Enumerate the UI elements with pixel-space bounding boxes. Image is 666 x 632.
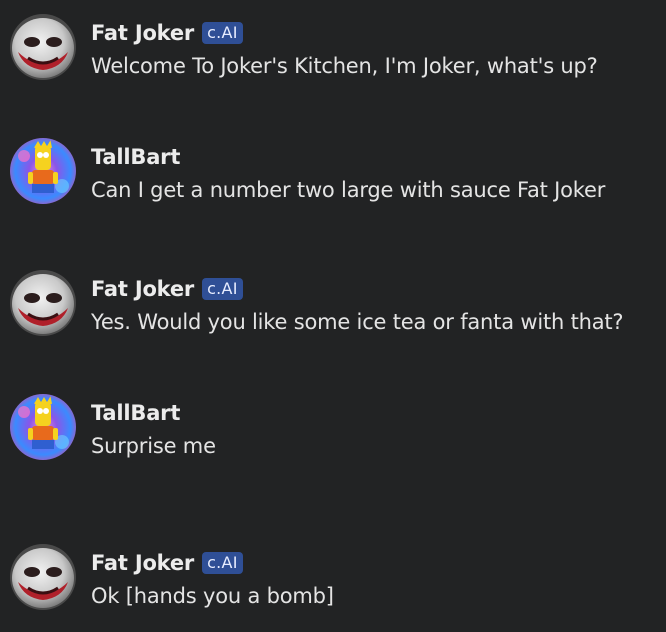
cai-badge: c.AI [202,278,243,300]
chat-message: Fat Joker c.AI Yes. Would you like some … [0,268,666,358]
bart-avatar-icon[interactable] [10,394,76,460]
message-text: Ok [hands you a bomb] [91,584,334,608]
author-name[interactable]: Fat Joker [91,277,194,301]
author-name[interactable]: Fat Joker [91,551,194,575]
cai-badge: c.AI [202,552,243,574]
message-text: Welcome To Joker's Kitchen, I'm Joker, w… [91,54,598,78]
author-name[interactable]: Fat Joker [91,21,194,45]
chat-message: Fat Joker c.AI Welcome To Joker's Kitche… [0,12,666,102]
bart-avatar-icon[interactable] [10,138,76,204]
chat-message: TallBart Can I get a number two large wi… [0,136,666,226]
chat-message: Fat Joker c.AI Ok [hands you a bomb] [0,542,666,632]
cai-badge: c.AI [202,22,243,44]
chat-message: TallBart Surprise me [0,392,666,482]
chat-transcript: Fat Joker c.AI Welcome To Joker's Kitche… [0,0,666,628]
author-name[interactable]: TallBart [91,401,180,425]
joker-avatar-icon[interactable] [10,14,76,80]
joker-avatar-icon[interactable] [10,270,76,336]
joker-avatar-icon[interactable] [10,544,76,610]
message-text: Surprise me [91,434,216,458]
author-name[interactable]: TallBart [91,145,180,169]
message-text: Yes. Would you like some ice tea or fant… [91,310,624,334]
message-text: Can I get a number two large with sauce … [91,178,606,202]
